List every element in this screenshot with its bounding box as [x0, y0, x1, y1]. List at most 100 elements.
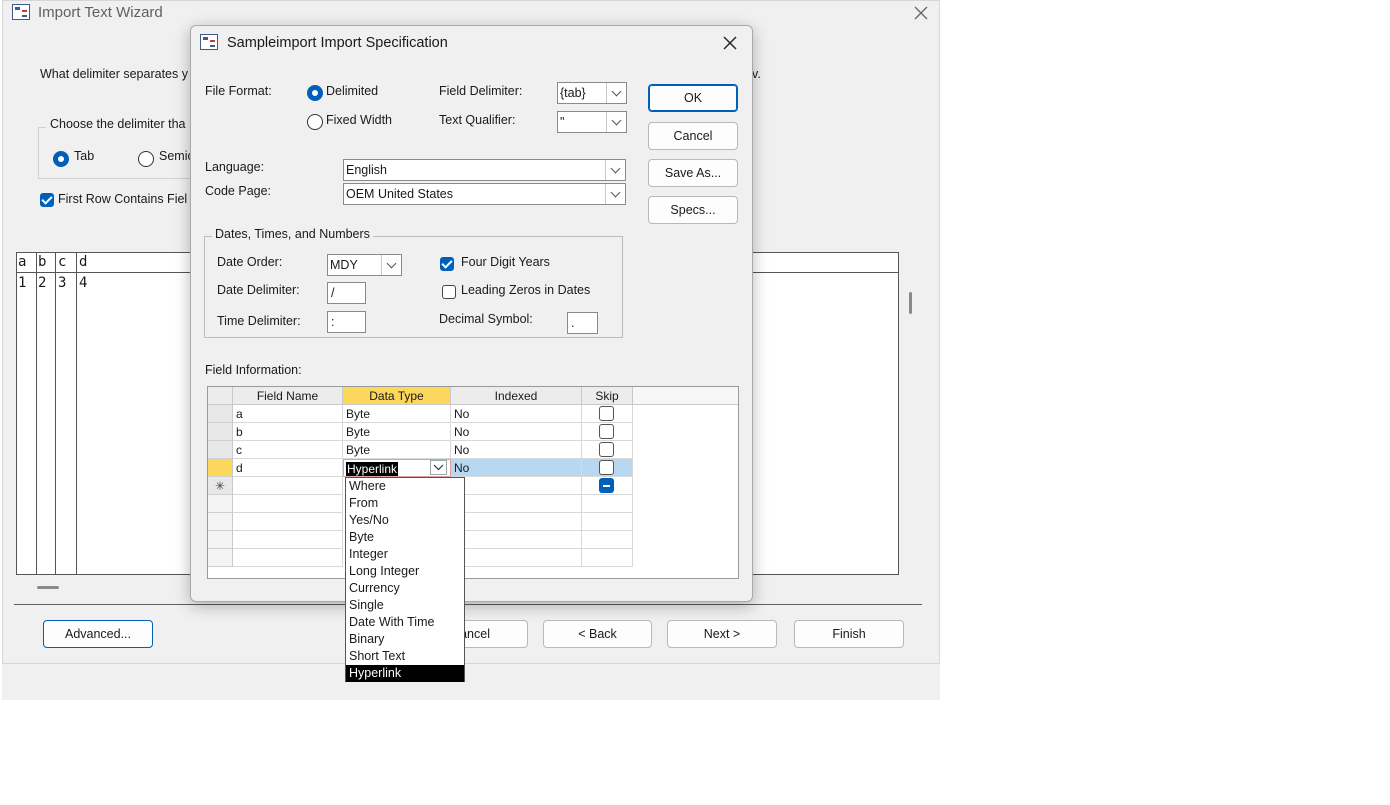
data-type-cell[interactable]: Byte — [343, 441, 451, 459]
preview-cell: 2 — [38, 275, 47, 291]
text-qualifier-combo[interactable]: " — [557, 111, 627, 133]
column-header-indexed[interactable]: Indexed — [451, 387, 582, 405]
field-name-cell[interactable]: b — [233, 423, 343, 441]
date-order-combo[interactable]: MDY — [327, 254, 402, 276]
data-type-cell[interactable]: Byte — [343, 423, 451, 441]
empty-cell — [451, 549, 582, 567]
time-delimiter-label: Time Delimiter: — [217, 314, 301, 328]
code-page-combo[interactable]: OEM United States — [343, 183, 626, 205]
wizard-close-icon[interactable] — [912, 4, 930, 22]
dropdown-option[interactable]: Short Text — [346, 648, 464, 665]
code-page-label: Code Page: — [205, 184, 272, 198]
field-name-cell[interactable]: c — [233, 441, 343, 459]
semicolon-radio-label: Semic — [159, 149, 194, 163]
dropdown-option[interactable]: Byte — [346, 529, 464, 546]
preview-header-b: b — [38, 254, 47, 270]
delimiter-question-end: v. — [752, 67, 761, 81]
file-format-label: File Format: — [205, 84, 272, 98]
skip-checkbox[interactable] — [599, 424, 614, 439]
chevron-down-icon[interactable] — [606, 112, 626, 132]
dropdown-option[interactable]: Single — [346, 597, 464, 614]
chevron-down-icon[interactable] — [430, 460, 448, 476]
first-row-checkbox[interactable] — [40, 193, 54, 207]
empty-cell — [451, 531, 582, 549]
indexed-cell[interactable]: No — [451, 423, 582, 441]
language-combo[interactable]: English — [343, 159, 626, 181]
empty-cell — [582, 513, 633, 531]
preview-cell: 4 — [79, 275, 88, 291]
skip-checkbox[interactable] — [599, 442, 614, 457]
dropdown-option[interactable]: Integer — [346, 546, 464, 563]
preview-horizontal-scrollbar[interactable] — [37, 586, 59, 589]
decimal-symbol-label: Decimal Symbol: — [439, 312, 533, 326]
row-selector[interactable] — [208, 423, 233, 441]
decimal-symbol-input[interactable]: . — [567, 312, 598, 334]
time-delimiter-input[interactable]: : — [327, 311, 366, 333]
next-button[interactable]: Next > — [667, 620, 777, 648]
skip-checkbox[interactable] — [599, 406, 614, 421]
save-as-button[interactable]: Save As... — [648, 159, 738, 187]
leading-zeros-label: Leading Zeros in Dates — [461, 283, 591, 297]
chevron-down-icon[interactable] — [605, 160, 625, 180]
field-name-cell[interactable]: a — [233, 405, 343, 423]
field-name-cell[interactable]: d — [233, 459, 343, 477]
preview-vertical-scrollbar[interactable] — [909, 292, 912, 314]
column-header-skip[interactable]: Skip — [582, 387, 633, 405]
semicolon-radio[interactable] — [138, 151, 154, 167]
chevron-down-icon[interactable] — [381, 255, 401, 275]
four-digit-years-checkbox[interactable] — [440, 257, 454, 271]
indexed-cell[interactable]: No — [451, 459, 582, 477]
empty-row — [208, 513, 233, 531]
advanced-button[interactable]: Advanced... — [43, 620, 153, 648]
ok-button[interactable]: OK — [648, 84, 738, 112]
empty-cell — [582, 531, 633, 549]
dropdown-option-selected[interactable]: Hyperlink — [346, 665, 464, 682]
current-row-selector[interactable] — [208, 459, 233, 477]
dropdown-option[interactable]: From — [346, 495, 464, 512]
fixed-width-radio[interactable] — [307, 114, 323, 130]
spec-close-icon[interactable] — [721, 34, 739, 52]
new-row-marker-icon[interactable]: ✳ — [208, 477, 233, 495]
chevron-down-icon[interactable] — [606, 83, 626, 103]
specs-button[interactable]: Specs... — [648, 196, 738, 224]
finish-button[interactable]: Finish — [794, 620, 904, 648]
field-delimiter-combo[interactable]: {tab} — [557, 82, 627, 104]
date-delimiter-input[interactable]: / — [327, 282, 366, 304]
dropdown-option[interactable]: Currency — [346, 580, 464, 597]
indexed-cell[interactable]: No — [451, 441, 582, 459]
new-indexed-cell[interactable] — [451, 477, 582, 495]
row-selector[interactable] — [208, 405, 233, 423]
wizard-divider — [14, 604, 922, 605]
data-type-cell[interactable]: Byte — [343, 405, 451, 423]
new-field-name-cell[interactable] — [233, 477, 343, 495]
spec-dialog-title: Sampleimport Import Specification — [227, 35, 448, 51]
column-header-data-type[interactable]: Data Type — [343, 387, 451, 405]
grid-empty-area — [633, 405, 738, 578]
chevron-down-icon[interactable] — [605, 184, 625, 204]
tab-radio[interactable] — [53, 151, 69, 167]
leading-zeros-checkbox[interactable] — [442, 285, 456, 299]
skip-checkbox-indeterminate[interactable] — [599, 478, 614, 493]
back-button[interactable]: < Back — [543, 620, 652, 648]
column-header-field-name[interactable]: Field Name — [233, 387, 343, 405]
grid-corner[interactable] — [208, 387, 233, 405]
text-qualifier-label: Text Qualifier: — [439, 113, 516, 127]
preview-header-a: a — [18, 254, 27, 270]
dropdown-option[interactable]: Long Integer — [346, 563, 464, 580]
row-selector[interactable] — [208, 441, 233, 459]
skip-checkbox[interactable] — [599, 460, 614, 475]
data-type-combo-active[interactable]: Hyperlink — [343, 459, 451, 477]
fixed-width-label: Fixed Width — [326, 113, 392, 127]
empty-cell — [582, 549, 633, 567]
delimited-radio[interactable] — [307, 85, 323, 101]
dropdown-option[interactable]: Date With Time — [346, 614, 464, 631]
dropdown-option[interactable]: Where — [346, 478, 464, 495]
dropdown-option[interactable]: Binary — [346, 631, 464, 648]
field-information-grid: Field Name Data Type Indexed Skip a Byte… — [207, 386, 739, 579]
dropdown-option[interactable]: Yes/No — [346, 512, 464, 529]
empty-cell — [233, 531, 343, 549]
spec-cancel-button[interactable]: Cancel — [648, 122, 738, 150]
indexed-cell[interactable]: No — [451, 405, 582, 423]
access-app-icon — [12, 4, 30, 20]
four-digit-years-label: Four Digit Years — [461, 255, 550, 269]
